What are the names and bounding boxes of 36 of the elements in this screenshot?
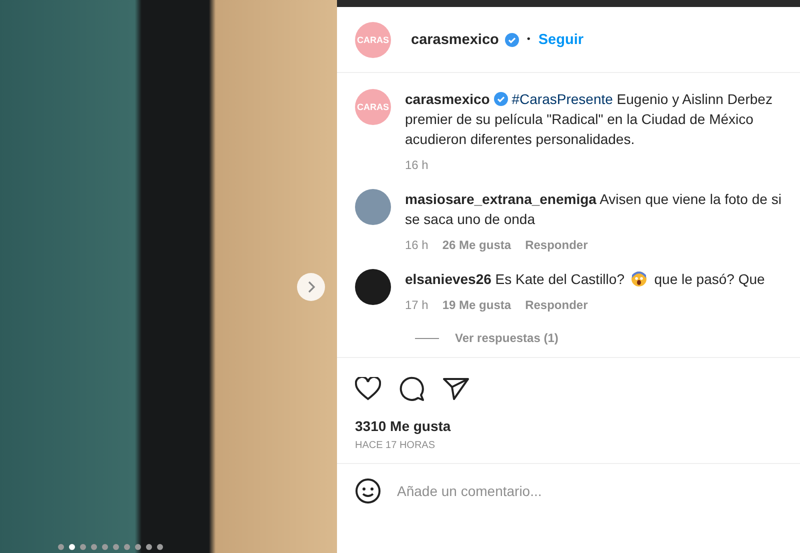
comment-likes[interactable]: 26 Me gusta (442, 237, 512, 253)
carousel-dot[interactable] (69, 544, 75, 550)
avatar-logo[interactable]: CARAS (355, 89, 391, 125)
avatar-logo[interactable]: CARAS (355, 22, 391, 58)
comment-text: elsanieves26 Es Kate del Castillo? (405, 271, 624, 287)
comment-time: 16 h (405, 237, 428, 253)
carousel-dot[interactable] (146, 544, 152, 550)
carousel-dot[interactable] (58, 544, 64, 550)
user-avatar[interactable] (355, 269, 391, 305)
carousel-dot[interactable] (91, 544, 97, 550)
caption-text: carasmexico #CarasPresente Eugenio y Aislinn Derbez premier de su película "Radical" en la Ciudad de México acudieron diferentes personalidades. (405, 90, 774, 149)
comment-likes[interactable]: 19 Me gusta (442, 297, 512, 313)
reply-link[interactable]: Responder (525, 237, 588, 253)
emoji-icon[interactable] (355, 478, 381, 504)
carousel-dot[interactable] (135, 544, 141, 550)
carousel-dot[interactable] (157, 544, 163, 550)
send-icon[interactable] (443, 377, 469, 401)
comment-text: que le pasó? Que (654, 271, 765, 287)
comment-text: masiosare_extrana_enemiga Avisen que viene la foto de si se saca uno de onda (405, 191, 782, 227)
view-replies-link[interactable]: Ver respuestas (1) (455, 331, 558, 345)
like-count[interactable]: 3310 Me gusta (337, 402, 800, 434)
post-date: HACE 17 HORAS (354, 439, 436, 451)
post-time: 16 h (405, 157, 428, 173)
username[interactable]: carasmexico (411, 32, 499, 48)
carousel-dot[interactable] (80, 544, 86, 550)
follow-link[interactable]: Seguir (538, 32, 584, 48)
carousel-dot[interactable] (102, 544, 108, 550)
next-button[interactable] (297, 273, 325, 301)
chevron-right-icon (306, 281, 316, 293)
heart-icon[interactable] (355, 377, 381, 401)
separator: • (526, 34, 530, 45)
reply-link[interactable]: Responder (525, 297, 588, 313)
carousel-dot[interactable] (124, 544, 130, 550)
comment-icon[interactable] (399, 376, 425, 402)
comment-time: 17 h (405, 297, 428, 313)
carousel-dot[interactable] (113, 544, 119, 550)
